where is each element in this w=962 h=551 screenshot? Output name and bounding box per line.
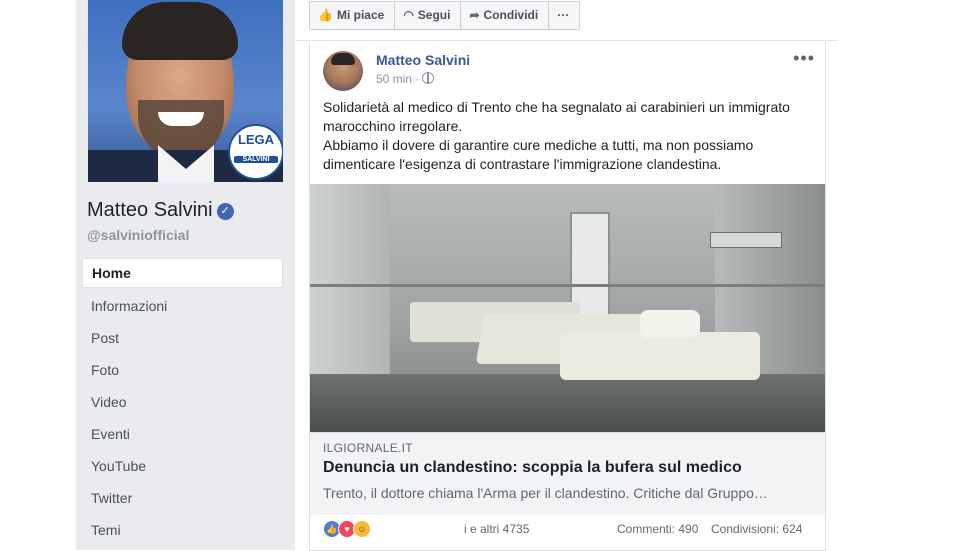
author-avatar[interactable] <box>323 51 363 91</box>
comments-count[interactable]: Commenti: 490 <box>617 522 698 536</box>
haha-reaction-icon: ☺ <box>353 520 371 538</box>
image-window <box>570 212 610 316</box>
verified-badge-icon: ✓ <box>216 203 234 220</box>
nav-item-foto[interactable]: Foto <box>82 354 283 386</box>
profile-hair <box>122 2 238 60</box>
more-options-label: ··· <box>557 8 570 22</box>
share-arrow-icon: ➦ <box>469 8 480 22</box>
post-text: Solidarietà al medico di Trento che ha s… <box>323 98 813 174</box>
link-title[interactable]: Denuncia un clandestino: scoppia la bufe… <box>323 459 742 477</box>
nav-item-post[interactable]: Post <box>82 322 283 354</box>
post-time[interactable]: 50 min · <box>376 72 419 86</box>
nav-item-twitter[interactable]: Twitter <box>82 482 283 514</box>
image-monitor <box>710 232 782 248</box>
rss-icon: ◠ <box>403 8 414 22</box>
image-rail <box>310 284 825 287</box>
page-action-bar: 👍 Mi piace ◠ Segui ➦ Condividi ··· <box>309 1 581 30</box>
link-preview-image[interactable] <box>310 184 825 432</box>
reaction-icons[interactable]: 👍 ♥ ☺ <box>323 520 371 538</box>
image-pillow <box>640 310 700 338</box>
image-floor <box>310 374 825 432</box>
link-preview-meta[interactable]: ILGIORNALE.IT Denuncia un clandestino: s… <box>310 432 825 515</box>
share-page-button[interactable]: ➦ Condividi <box>461 2 550 29</box>
like-page-label: Mi piace <box>336 8 385 22</box>
post-card: Matteo Salvini 50 min · ••• Solidarietà … <box>309 42 826 551</box>
follow-label: Segui <box>417 8 451 22</box>
globe-icon <box>422 72 435 84</box>
image-bed-3 <box>560 332 760 380</box>
thumbs-up-icon: 👍 <box>318 8 333 22</box>
post-more-button[interactable]: ••• <box>793 48 815 69</box>
lega-logo-text: LEGA <box>237 132 275 147</box>
shares-count[interactable]: Condivisioni: 624 <box>711 522 802 536</box>
nav-item-youtube[interactable]: YouTube <box>82 450 283 482</box>
share-page-label: Condividi <box>483 8 539 22</box>
reactions-count[interactable]: i e altri 4735 <box>464 522 529 536</box>
like-page-button[interactable]: 👍 Mi piace <box>310 2 396 29</box>
lega-logo: LEGA SALVINI <box>228 124 283 180</box>
nav-item-informazioni[interactable]: Informazioni <box>82 290 283 322</box>
post-text-line-2: Abbiamo il dovere di garantire cure medi… <box>323 137 754 172</box>
post-text-line-1: Solidarietà al medico di Trento che ha s… <box>323 99 790 134</box>
page-name[interactable]: Matteo Salvini ✓ <box>87 199 234 222</box>
follow-button[interactable]: ◠ Segui <box>395 2 462 29</box>
more-options-button[interactable]: ··· <box>549 2 579 29</box>
profile-picture[interactable]: LEGA SALVINI <box>88 0 283 182</box>
page-nav: Home Informazioni Post Foto Video Eventi… <box>82 258 283 546</box>
nav-item-video[interactable]: Video <box>82 386 283 418</box>
nav-item-home[interactable]: Home <box>82 258 283 288</box>
link-domain: ILGIORNALE.IT <box>323 441 413 455</box>
nav-item-temi[interactable]: Temi <box>82 514 283 546</box>
lega-logo-subtext: SALVINI <box>234 156 278 163</box>
post-author[interactable]: Matteo Salvini <box>376 52 470 68</box>
nav-item-eventi[interactable]: Eventi <box>82 418 283 450</box>
post-meta: 50 min · <box>376 72 435 86</box>
profile-smile <box>158 112 204 126</box>
page-name-text[interactable]: Matteo Salvini <box>87 199 213 221</box>
link-description: Trento, il dottore chiama l'Arma per il … <box>323 485 768 501</box>
divider <box>295 40 838 41</box>
page-handle[interactable]: @salviniofficial <box>87 227 189 243</box>
